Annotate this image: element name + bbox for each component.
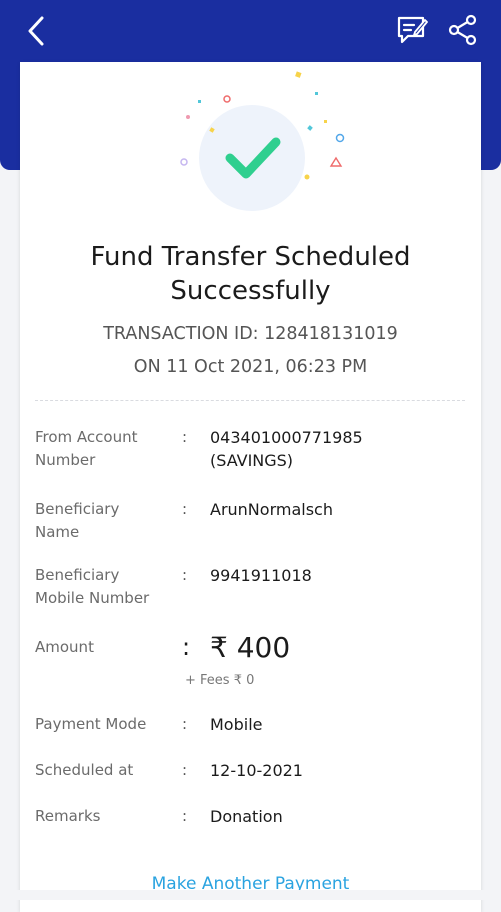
beneficiary-name-label: Beneficiary Name	[35, 498, 175, 544]
from-account-type: (SAVINGS)	[210, 451, 294, 470]
amount-value: ₹ 400	[210, 631, 291, 664]
transaction-id: TRANSACTION ID: 128418131019	[103, 324, 398, 344]
amount-label: Amount	[35, 638, 94, 656]
scheduled-at-colon: :	[182, 761, 188, 779]
from-account-value: 043401000771985 (SAVINGS)	[210, 426, 460, 472]
divider	[35, 400, 465, 401]
fees-text: + Fees ₹ 0	[185, 673, 255, 688]
beneficiary-mobile-colon: :	[182, 566, 188, 584]
top-bar	[0, 0, 501, 62]
scheduled-at-label: Scheduled at	[35, 761, 134, 779]
beneficiary-mobile-label: Beneficiary Mobile Number	[35, 564, 175, 610]
beneficiary-mobile-label-line2: Mobile Number	[35, 589, 150, 607]
from-account-label-line1: From Account	[35, 428, 138, 446]
payment-mode-colon: :	[182, 715, 188, 733]
transaction-receipt-card: Fund Transfer Scheduled Successfully TRA…	[20, 62, 481, 912]
beneficiary-mobile-value: 9941911018	[210, 566, 312, 585]
payment-mode-value: Mobile	[210, 715, 263, 734]
beneficiary-name-value: ArunNormalsch	[210, 500, 333, 519]
title-line-2: Successfully	[170, 276, 331, 306]
page-title: Fund Transfer Scheduled Successfully	[40, 240, 461, 308]
beneficiary-name-label-line2: Name	[35, 523, 80, 541]
remarks-label: Remarks	[35, 807, 101, 825]
remarks-value: Donation	[210, 807, 283, 826]
bottom-edge	[0, 890, 501, 900]
payment-mode-label: Payment Mode	[35, 715, 147, 733]
from-account-label: From Account Number	[35, 426, 175, 472]
scheduled-at-value: 12-10-2021	[210, 761, 303, 780]
beneficiary-mobile-label-line1: Beneficiary	[35, 566, 120, 584]
amount-colon: :	[182, 633, 191, 661]
success-check-icon	[150, 62, 350, 222]
share-icon[interactable]	[447, 14, 479, 46]
transaction-date: ON 11 Oct 2021, 06:23 PM	[133, 357, 368, 377]
beneficiary-name-label-line1: Beneficiary	[35, 500, 120, 518]
back-arrow-icon[interactable]	[22, 14, 52, 48]
remarks-colon: :	[182, 807, 188, 825]
beneficiary-name-colon: :	[182, 500, 188, 518]
from-account-colon: :	[182, 428, 188, 446]
from-account-number: 043401000771985	[210, 428, 363, 447]
title-line-1: Fund Transfer Scheduled	[90, 242, 411, 272]
from-account-label-line2: Number	[35, 451, 96, 469]
message-edit-icon[interactable]	[396, 14, 428, 46]
